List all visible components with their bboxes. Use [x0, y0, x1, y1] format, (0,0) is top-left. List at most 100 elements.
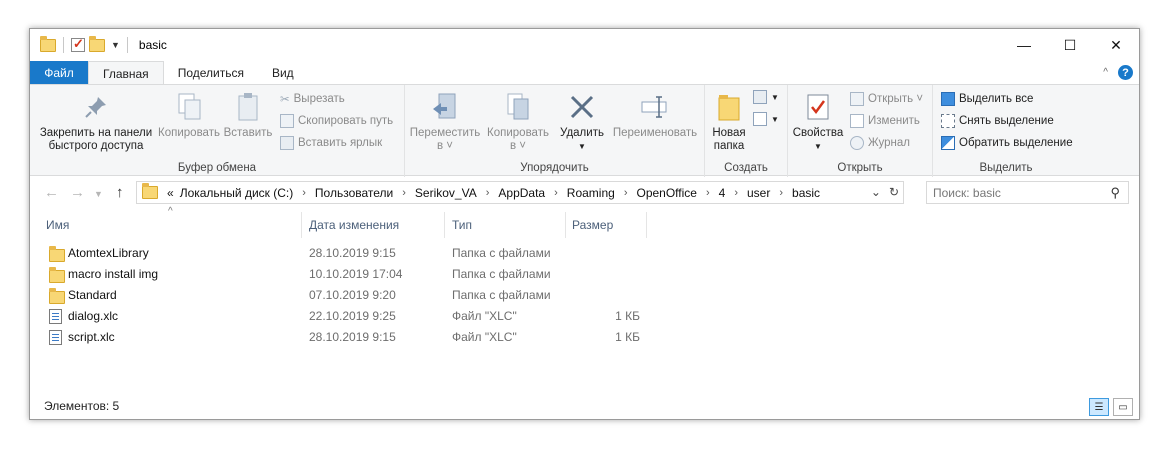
file-name: dialog.xlc: [68, 309, 119, 323]
cut-label: Вырезать: [293, 93, 345, 105]
list-item[interactable]: script.xlc 28.10.2019 9:15 Файл "XLC" 1 …: [30, 327, 670, 348]
address-bar[interactable]: « Локальный диск (C:) › Пользователи › S…: [136, 181, 904, 204]
tab-view[interactable]: Вид: [258, 61, 308, 85]
delete-button[interactable]: Удалить ▼: [557, 91, 607, 153]
column-name[interactable]: Имя: [46, 212, 69, 238]
breadcrumb-item[interactable]: user: [744, 186, 773, 200]
new-folder-icon[interactable]: [89, 35, 105, 52]
group-open: Свойства ▼ Открыть ˅ Изменить Журнал Отк…: [788, 85, 933, 177]
refresh-icon[interactable]: ↻: [889, 185, 899, 199]
copy-button[interactable]: Копировать: [156, 91, 222, 140]
copy-path-button[interactable]: Скопировать путь: [280, 114, 393, 128]
group-create: Новая папка ▼ ▼ Создать: [705, 85, 788, 177]
window-title: basic: [138, 38, 167, 52]
breadcrumb-item[interactable]: basic: [789, 186, 823, 200]
chevron-right-icon[interactable]: ›: [548, 187, 564, 199]
quick-access-toolbar: ▼ basic: [40, 35, 167, 54]
breadcrumb-item[interactable]: Локальный диск (C:): [177, 186, 297, 200]
file-name: AtomtexLibrary: [68, 246, 149, 260]
copy-path-icon: [280, 114, 294, 128]
group-label-organize: Упорядочить: [520, 162, 589, 174]
select-none-button[interactable]: Снять выделение: [941, 114, 1054, 128]
maximize-button[interactable]: ☐: [1047, 29, 1093, 61]
breadcrumb-item[interactable]: Пользователи: [312, 186, 396, 200]
properties-button[interactable]: Свойства ▼: [792, 91, 844, 153]
up-icon[interactable]: ↑: [116, 184, 124, 201]
edit-button[interactable]: Изменить: [850, 114, 920, 128]
help-icon[interactable]: ?: [1118, 65, 1133, 80]
back-icon[interactable]: ←: [44, 184, 59, 201]
select-all-button[interactable]: Выделить все: [941, 92, 1033, 106]
file-icon: [49, 330, 62, 345]
column-divider[interactable]: [565, 212, 566, 238]
list-item[interactable]: macro install img 10.10.2019 17:04 Папка…: [30, 264, 670, 285]
tab-share[interactable]: Поделиться: [164, 61, 258, 85]
chevron-down-icon[interactable]: ⌄: [871, 185, 881, 199]
details-view-icon[interactable]: ☰: [1089, 398, 1109, 416]
copy-to-icon: [502, 91, 534, 123]
column-divider[interactable]: [646, 212, 647, 238]
chevron-right-icon[interactable]: ›: [728, 187, 744, 199]
file-type: Папка с файлами: [452, 267, 551, 281]
history-button[interactable]: Журнал: [850, 136, 910, 150]
history-icon: [850, 136, 864, 150]
breadcrumb-item[interactable]: OpenOffice: [633, 186, 699, 200]
ribbon-options: ^ ?: [1103, 65, 1133, 80]
chevron-right-icon[interactable]: ›: [396, 187, 412, 199]
breadcrumb-item[interactable]: AppData: [495, 186, 548, 200]
divider: [63, 37, 64, 53]
new-item-button[interactable]: ▼: [753, 90, 779, 104]
chevron-right-icon[interactable]: ›: [296, 187, 312, 199]
cut-button[interactable]: ✂ Вырезать: [280, 92, 345, 106]
list-item[interactable]: dialog.xlc 22.10.2019 9:25 Файл "XLC" 1 …: [30, 306, 670, 327]
group-label-select: Выделить: [979, 162, 1033, 174]
breadcrumb-item[interactable]: Serikov_VA: [412, 186, 480, 200]
file-type: Папка с файлами: [452, 288, 551, 302]
move-to-button[interactable]: Переместить в ˅: [409, 91, 481, 153]
column-divider[interactable]: [301, 212, 302, 238]
file-date: 07.10.2019 9:20: [309, 288, 396, 302]
list-item[interactable]: Standard 07.10.2019 9:20 Папка с файлами: [30, 285, 670, 306]
folder-icon: [40, 35, 56, 52]
recent-locations-icon[interactable]: ▼: [94, 189, 103, 199]
forward-icon[interactable]: →: [70, 184, 85, 201]
chevron-right-icon[interactable]: ›: [773, 187, 789, 199]
group-organize: Переместить в ˅ Копировать в ˅ Удалить ▼: [405, 85, 705, 177]
column-size[interactable]: Размер: [572, 212, 613, 238]
close-button[interactable]: ✕: [1093, 29, 1139, 61]
customize-toolbar-icon[interactable]: ▼: [111, 40, 120, 50]
minimize-button[interactable]: —: [1001, 29, 1047, 61]
copy-to-button[interactable]: Копировать в ˅: [483, 91, 553, 153]
file-name: Standard: [68, 288, 117, 302]
move-to-label-line1: Переместить: [409, 127, 481, 139]
chevron-right-icon[interactable]: ›: [480, 187, 496, 199]
paste-button[interactable]: Вставить: [222, 91, 274, 140]
collapse-ribbon-icon[interactable]: ^: [1103, 67, 1108, 78]
breadcrumb-item[interactable]: Roaming: [564, 186, 618, 200]
explorer-window: ▼ basic — ☐ ✕ Файл Главная Поделиться Ви…: [29, 28, 1140, 420]
breadcrumb-overflow[interactable]: «: [164, 186, 177, 200]
invert-selection-button[interactable]: Обратить выделение: [941, 136, 1073, 150]
tab-file[interactable]: Файл: [30, 61, 88, 85]
column-date[interactable]: Дата изменения: [309, 212, 399, 238]
column-type[interactable]: Тип: [452, 212, 472, 238]
properties-icon[interactable]: [71, 36, 85, 52]
large-icons-view-icon[interactable]: ▭: [1113, 398, 1133, 416]
column-divider[interactable]: [444, 212, 445, 238]
list-item[interactable]: AtomtexLibrary 28.10.2019 9:15 Папка с ф…: [30, 243, 670, 264]
rename-button[interactable]: Переименовать: [609, 91, 701, 140]
chevron-down-icon: ▼: [771, 92, 779, 102]
easy-access-button[interactable]: ▼: [753, 112, 779, 126]
chevron-right-icon[interactable]: ›: [618, 187, 634, 199]
search-input[interactable]: Поиск: basic ⚲: [926, 181, 1129, 204]
copy-path-label: Скопировать путь: [298, 115, 394, 127]
pin-quick-access-button[interactable]: Закрепить на панели быстрого доступа: [36, 91, 156, 153]
window-controls: — ☐ ✕: [1001, 29, 1139, 61]
title-bar: ▼ basic — ☐ ✕: [30, 29, 1139, 61]
breadcrumb-item[interactable]: 4: [716, 186, 729, 200]
new-folder-button[interactable]: Новая папка: [709, 91, 749, 153]
open-button[interactable]: Открыть ˅: [850, 92, 923, 106]
paste-shortcut-button[interactable]: Вставить ярлык: [280, 136, 382, 150]
chevron-right-icon[interactable]: ›: [700, 187, 716, 199]
tab-home[interactable]: Главная: [88, 61, 164, 85]
